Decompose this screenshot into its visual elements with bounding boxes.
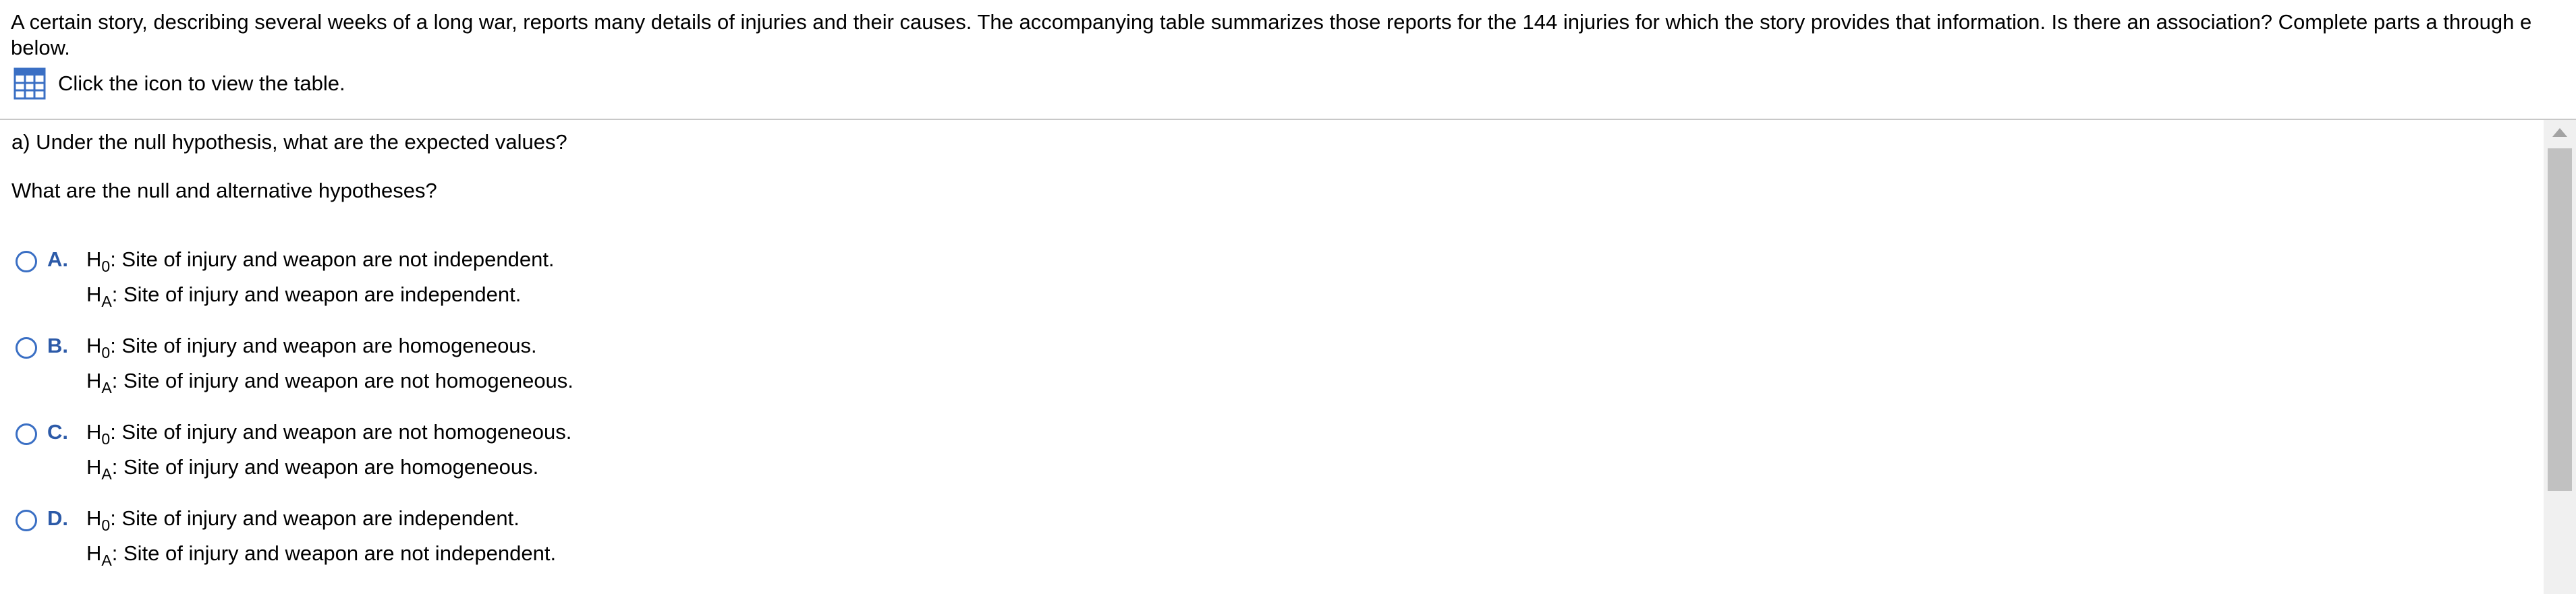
option-c-null-hypothesis: H0: Site of injury and weapon are not ho…	[86, 420, 572, 448]
option-d-null-hypothesis: H0: Site of injury and weapon are indepe…	[86, 506, 520, 534]
question-panel: a) Under the null hypothesis, what are t…	[0, 120, 2544, 594]
question-part-label: a) Under the null hypothesis, what are t…	[11, 130, 567, 154]
option-a[interactable]: A. H0: Site of injury and weapon are not…	[13, 243, 823, 317]
option-c-radio[interactable]	[16, 423, 37, 445]
option-d-radio[interactable]	[16, 510, 37, 531]
scroll-up-arrow-icon	[2552, 127, 2567, 137]
option-c-alt-hypothesis: HA: Site of injury and weapon are homoge…	[86, 455, 539, 483]
option-d[interactable]: D. H0: Site of injury and weapon are ind…	[13, 502, 823, 576]
option-b-alt-hypothesis: HA: Site of injury and weapon are not ho…	[86, 369, 573, 396]
view-table-label: Click the icon to view the table.	[58, 71, 345, 95]
option-b-radio[interactable]	[16, 337, 37, 359]
problem-statement: A certain story, describing several week…	[11, 10, 2532, 59]
option-a-null-hypothesis: H0: Site of injury and weapon are not in…	[86, 247, 555, 275]
option-d-letter: D.	[47, 506, 68, 530]
view-table-link[interactable]: Click the icon to view the table.	[13, 67, 345, 100]
option-a-radio[interactable]	[16, 251, 37, 272]
option-a-letter: A.	[47, 247, 68, 271]
option-b[interactable]: B. H0: Site of injury and weapon are hom…	[13, 329, 823, 403]
option-b-letter: B.	[47, 334, 68, 357]
scroll-thumb[interactable]	[2548, 148, 2572, 491]
table-grid-icon[interactable]	[13, 67, 46, 100]
option-b-null-hypothesis: H0: Site of injury and weapon are homoge…	[86, 334, 537, 361]
scroll-up-button[interactable]	[2544, 120, 2576, 144]
vertical-scrollbar[interactable]	[2544, 120, 2576, 594]
option-c-letter: C.	[47, 420, 68, 444]
option-d-alt-hypothesis: HA: Site of injury and weapon are not in…	[86, 541, 557, 569]
question-prompt: What are the null and alternative hypoth…	[11, 179, 437, 202]
option-c[interactable]: C. H0: Site of injury and weapon are not…	[13, 415, 823, 489]
option-a-alt-hypothesis: HA: Site of injury and weapon are indepe…	[86, 283, 522, 310]
